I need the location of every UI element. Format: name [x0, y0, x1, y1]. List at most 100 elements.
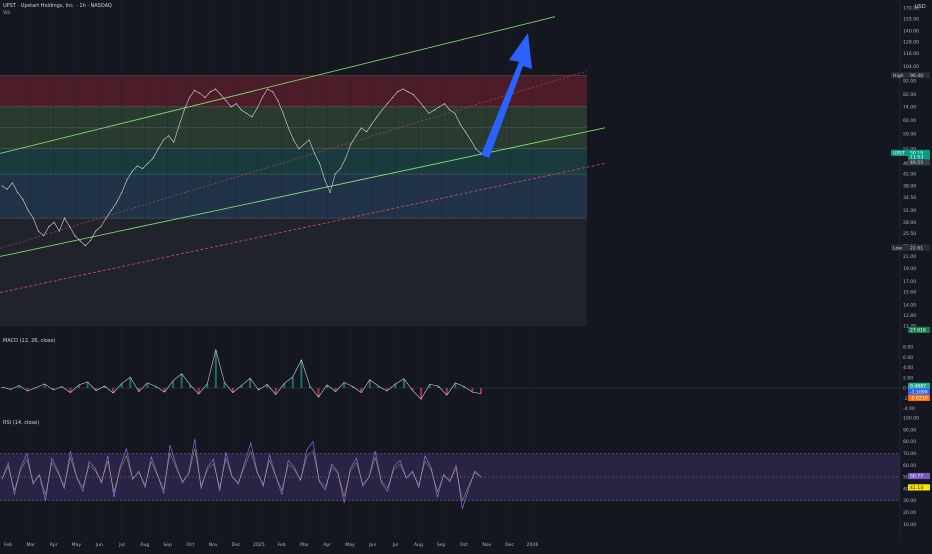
date-tick-label: May — [345, 542, 355, 548]
price-tick-label: 19.00 — [903, 266, 916, 272]
macd-histogram-bar — [291, 376, 294, 388]
price-point — [136, 165, 138, 167]
price-point — [43, 235, 45, 237]
price-point — [157, 148, 159, 150]
date-tick-label: Jul — [392, 542, 399, 548]
price-point — [261, 97, 263, 99]
price-tick-label: 28.00 — [903, 220, 916, 226]
date-tick-label: Nov — [209, 542, 218, 548]
price-point — [22, 198, 24, 200]
price-point — [345, 157, 347, 159]
price-point — [438, 106, 440, 108]
macd-histogram-bar — [180, 373, 183, 388]
price-point — [147, 162, 149, 164]
price-point — [37, 230, 39, 232]
macd-signal-tag: -0.6210 — [910, 396, 928, 402]
date-tick-label: Sep — [163, 542, 172, 548]
price-point — [162, 139, 164, 141]
price-point — [173, 141, 175, 143]
price-tick-label: 25.50 — [903, 231, 916, 237]
price-point — [110, 209, 112, 211]
price-point — [199, 92, 201, 94]
price-tick-label: 155.00 — [903, 17, 919, 23]
price-point — [459, 123, 461, 125]
price-tick-label: 12.80 — [903, 313, 916, 319]
macd-hist-tag: 0.4887 — [910, 384, 926, 390]
price-point — [272, 91, 274, 93]
price-point — [407, 91, 409, 93]
price-point — [84, 245, 86, 247]
macd-title: MACD (12, 26, close) — [3, 338, 56, 344]
date-tick-label: Aug — [140, 542, 149, 548]
price-point — [308, 139, 310, 141]
price-point — [475, 148, 477, 150]
price-point — [178, 125, 180, 127]
price-point — [131, 170, 133, 172]
price-point — [183, 109, 185, 111]
price-point — [350, 143, 352, 145]
price-point — [1, 185, 3, 187]
price-point — [418, 100, 420, 102]
price-point — [256, 107, 258, 109]
rsi-title: RSI (14, close) — [3, 420, 40, 426]
price-tick-label: 42.00 — [903, 172, 916, 178]
date-tick-label: Mar — [26, 542, 35, 548]
rsi-value-tag: 50.77 — [910, 474, 923, 480]
chart-svg[interactable]: 8.006.004.002.000.00-2.00-4.00 100.0090.… — [0, 0, 932, 550]
price-point — [142, 168, 144, 170]
price-point — [282, 112, 284, 114]
price-point — [293, 139, 295, 141]
price-point — [449, 109, 451, 111]
price-point — [391, 97, 393, 99]
price-point — [235, 103, 237, 105]
price-point — [371, 123, 373, 125]
price-tick-label: 92.00 — [903, 79, 916, 85]
price-tick-label: 21.00 — [903, 254, 916, 260]
price-tick-label: 140.00 — [903, 29, 919, 35]
price-point — [225, 100, 227, 102]
price-tick-label: 66.00 — [903, 118, 916, 124]
price-point — [397, 91, 399, 93]
price-point — [376, 116, 378, 118]
price-point — [194, 89, 196, 91]
date-tick-label: Nov — [482, 542, 491, 548]
price-tick-label: 116.00 — [903, 51, 919, 57]
price-point — [126, 179, 128, 181]
price-point — [100, 226, 102, 228]
date-tick-label: May — [72, 542, 82, 548]
price-point — [386, 103, 388, 105]
price-point — [168, 135, 170, 137]
price-point — [32, 217, 34, 219]
macd-panel: 8.006.004.002.000.00-2.00-4.00 — [0, 345, 915, 412]
price-tick-label: 59.00 — [903, 131, 916, 137]
rsi-tick-label: 30.00 — [903, 498, 916, 504]
price-point — [298, 148, 300, 150]
price-point — [480, 152, 482, 154]
currency-label: USD — [915, 4, 926, 10]
price-tick-label: 128.00 — [903, 39, 919, 45]
low-tag: Low — [893, 245, 902, 251]
price-point — [63, 217, 65, 219]
volume-tag: 27.61K — [910, 328, 927, 334]
macd-line — [1, 349, 482, 400]
date-tick-label: Aug — [414, 542, 423, 548]
price-point — [423, 106, 425, 108]
rsi-tick-label: 100.00 — [903, 416, 919, 422]
price-point — [433, 109, 435, 111]
fib-zone-4 — [0, 174, 587, 219]
price-point — [95, 230, 97, 232]
price-point — [444, 103, 446, 105]
chart-stage[interactable]: 8.006.004.002.000.00-2.00-4.00 100.0090.… — [0, 0, 932, 550]
price-point — [402, 88, 404, 90]
price-point — [454, 112, 456, 114]
price-tick-label: 31.00 — [903, 208, 916, 214]
price-point — [105, 217, 107, 219]
date-tick-label: Apr — [323, 542, 331, 548]
date-tick-label: Feb — [278, 542, 286, 548]
price-point — [267, 88, 269, 90]
price-point — [365, 131, 367, 133]
price-point — [6, 188, 8, 190]
price-point — [204, 97, 206, 99]
volume-label: Vol — [3, 10, 11, 16]
date-tick-label: Oct — [460, 542, 468, 548]
